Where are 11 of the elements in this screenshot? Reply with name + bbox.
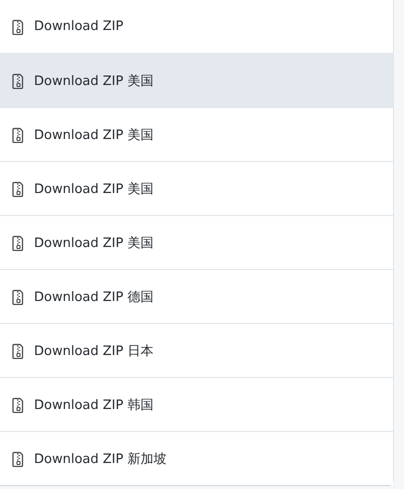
download-menu-item[interactable]: Download ZIP 新加坡 — [0, 431, 393, 485]
zip-file-icon — [12, 288, 24, 304]
zip-file-icon — [12, 234, 24, 250]
zip-file-icon — [12, 342, 24, 358]
zip-file-icon — [12, 180, 24, 196]
zip-file-icon — [12, 72, 24, 88]
zip-file-icon — [12, 396, 24, 412]
zip-file-icon — [12, 18, 24, 34]
zip-file-icon — [12, 126, 24, 142]
download-menu-item[interactable]: Download ZIP 美国 — [0, 53, 393, 107]
zip-file-icon — [12, 450, 24, 466]
